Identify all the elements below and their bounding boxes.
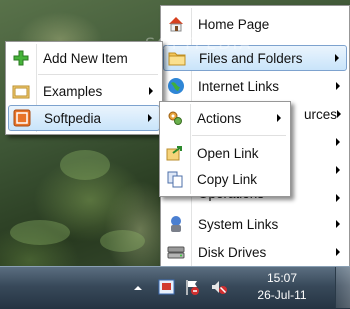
menu-item-open-link[interactable]: Open Link bbox=[162, 140, 288, 166]
taskbar-clock[interactable]: 15:07 26-Jul-11 bbox=[252, 270, 312, 304]
show-desktop-button[interactable] bbox=[335, 267, 350, 308]
menu-item-label: Examples bbox=[43, 83, 103, 99]
menu-item-softpedia[interactable]: Softpedia bbox=[8, 105, 160, 131]
gears-icon bbox=[165, 108, 185, 128]
submenu-arrow-icon bbox=[337, 110, 342, 118]
plus-icon bbox=[11, 48, 31, 68]
menu-item-label: Add New Item bbox=[43, 50, 128, 66]
copy-link-icon bbox=[165, 169, 185, 189]
home-icon bbox=[166, 14, 186, 34]
menu-item-label: Copy Link bbox=[197, 171, 258, 187]
menu-item-label: Home Page bbox=[198, 16, 270, 32]
submenu-arrow-icon bbox=[336, 220, 340, 228]
actions-menu: Actions Open Link Copy Link bbox=[159, 101, 291, 197]
submenu-arrow-icon bbox=[336, 138, 340, 146]
wallpaper-leaf bbox=[100, 230, 145, 252]
menu-item-system-links[interactable]: System Links bbox=[163, 211, 347, 237]
menu-item-label: Actions bbox=[197, 110, 242, 126]
wallpaper-leaf bbox=[10, 220, 70, 245]
wallpaper-leaf bbox=[60, 150, 110, 180]
open-link-icon bbox=[165, 143, 185, 163]
submenu-arrow-icon bbox=[336, 248, 340, 256]
softpedia-icon bbox=[12, 108, 32, 128]
menu-item-add-new-item[interactable]: Add New Item bbox=[8, 45, 160, 71]
left-menu: Add New Item Examples Softpedia bbox=[5, 41, 163, 135]
submenu-arrow-icon bbox=[335, 54, 339, 62]
system-icon bbox=[166, 214, 186, 234]
submenu-arrow-icon bbox=[336, 82, 340, 90]
examples-icon bbox=[11, 81, 31, 101]
menu-item-internet-links[interactable]: Internet Links bbox=[163, 73, 347, 99]
menu-item-label: Open Link bbox=[197, 145, 259, 161]
app-tray-icon[interactable] bbox=[158, 278, 176, 296]
submenu-arrow-icon bbox=[149, 87, 153, 95]
clock-time: 15:07 bbox=[266, 271, 298, 285]
menu-separator bbox=[192, 135, 286, 137]
menu-item-copy-link[interactable]: Copy Link bbox=[162, 166, 288, 192]
flag-icon[interactable] bbox=[183, 278, 201, 296]
show-hidden-icons-chevron-icon[interactable] bbox=[133, 281, 143, 291]
volume-muted-icon[interactable] bbox=[210, 278, 228, 296]
menu-item-label: Disk Drives bbox=[198, 244, 267, 260]
globe-icon bbox=[166, 76, 186, 96]
menu-item-examples[interactable]: Examples bbox=[8, 78, 160, 104]
disk-icon bbox=[166, 242, 186, 262]
menu-item-actions[interactable]: Actions bbox=[162, 105, 288, 131]
submenu-arrow-icon bbox=[148, 114, 152, 122]
menu-item-label: System Links bbox=[198, 216, 279, 232]
menu-separator bbox=[38, 74, 158, 76]
submenu-arrow-icon bbox=[336, 166, 340, 174]
submenu-arrow-icon bbox=[277, 114, 281, 122]
menu-item-disk-drives[interactable]: Disk Drives bbox=[163, 239, 347, 265]
menu-item-label: Internet Links bbox=[198, 78, 280, 94]
menu-item-label: Softpedia bbox=[44, 110, 102, 126]
clock-date: 26-Jul-11 bbox=[257, 288, 307, 302]
submenu-arrow-icon bbox=[336, 194, 340, 202]
